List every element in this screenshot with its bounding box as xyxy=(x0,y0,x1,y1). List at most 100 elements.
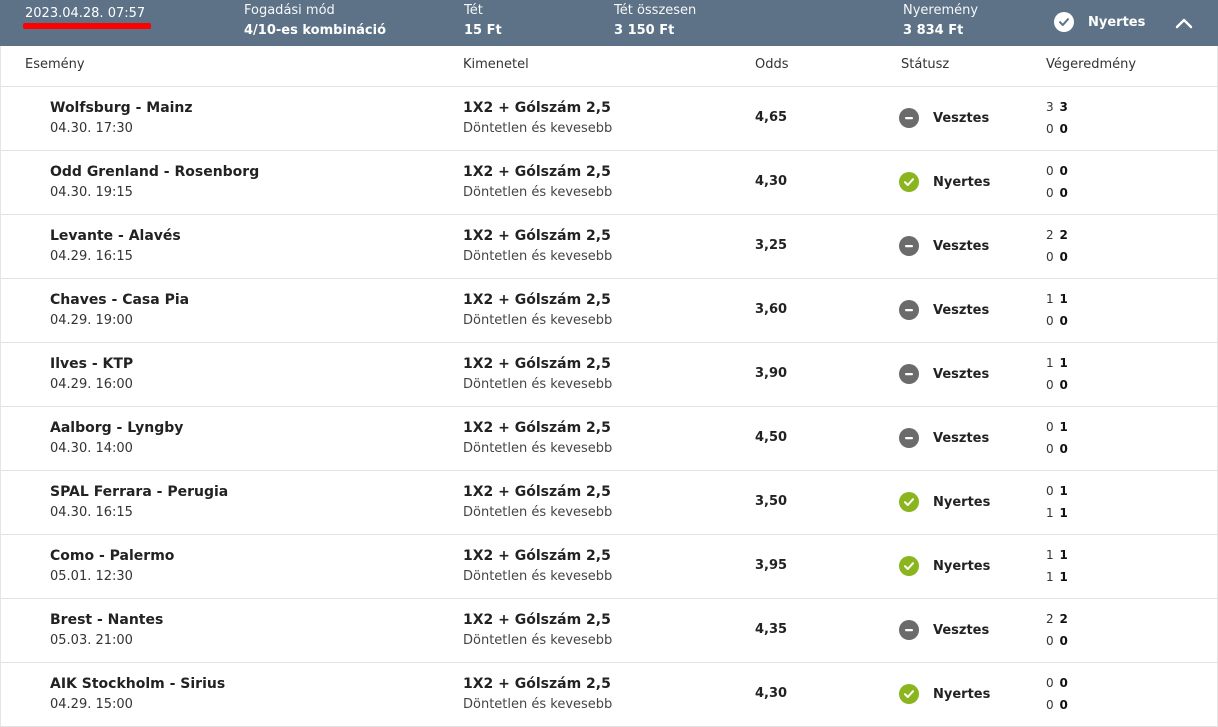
score-value-bold: 1 xyxy=(1059,570,1068,584)
bet-type-value: 4/10-es kombináció xyxy=(244,23,387,38)
market-name: 1X2 + Gólszám 2,5 xyxy=(463,100,611,116)
bet-table-body: Wolfsburg - Mainz 04.30. 17:30 1X2 + Gólsz… xyxy=(0,87,1218,727)
stake-value: 15 Ft xyxy=(464,23,502,38)
score-line-2: 0 0 xyxy=(1046,634,1068,648)
column-odds: Odds xyxy=(755,57,789,72)
total-stake-value: 3 150 Ft xyxy=(614,23,675,38)
score-line-2: 1 1 xyxy=(1046,506,1068,520)
status-label: Vesztes xyxy=(933,622,990,638)
score-line-1: 0 0 xyxy=(1046,164,1068,178)
status-label: Vesztes xyxy=(933,302,990,318)
market-name: 1X2 + Gólszám 2,5 xyxy=(463,612,611,628)
check-icon xyxy=(899,172,919,192)
event-name: Chaves - Casa Pia xyxy=(50,292,190,308)
score-line-1: 0 1 xyxy=(1046,420,1068,434)
selection-name: Döntetlen és kevesebb xyxy=(463,313,613,328)
check-icon xyxy=(899,684,919,704)
score-value-bold: 0 xyxy=(1059,314,1068,328)
selection-name: Döntetlen és kevesebb xyxy=(463,441,613,456)
score-value-bold: 0 xyxy=(1059,634,1068,648)
market-name: 1X2 + Gólszám 2,5 xyxy=(463,484,611,500)
odds-value: 4,30 xyxy=(755,686,788,701)
market-name: 1X2 + Gólszám 2,5 xyxy=(463,420,611,436)
event-date: 04.29. 16:00 xyxy=(50,377,133,392)
score-line-2: 0 0 xyxy=(1046,186,1068,200)
score-value-bold: 3 xyxy=(1059,100,1068,114)
selection-name: Döntetlen és kevesebb xyxy=(463,121,613,136)
score-value-bold: 0 xyxy=(1059,122,1068,136)
score-value: 2 xyxy=(1046,228,1054,242)
status-label: Nyertes xyxy=(933,686,991,702)
score-value: 0 xyxy=(1046,314,1054,328)
score-line-1: 1 1 xyxy=(1046,356,1068,370)
market-name: 1X2 + Gólszám 2,5 xyxy=(463,292,611,308)
total-stake-label: Tét összesen xyxy=(614,3,697,18)
score-value-bold: 1 xyxy=(1059,292,1068,306)
status-label: Vesztes xyxy=(933,366,990,382)
score-value: 0 xyxy=(1046,420,1054,434)
event-date: 04.29. 19:00 xyxy=(50,313,133,328)
minus-icon xyxy=(899,364,919,384)
odds-value: 3,90 xyxy=(755,366,788,381)
event-date: 04.30. 14:00 xyxy=(50,441,133,456)
winnings-label: Nyeremény xyxy=(903,3,979,18)
score-value: 2 xyxy=(1046,612,1054,626)
status: Nyertes xyxy=(899,172,990,192)
status-label: Vesztes xyxy=(933,430,990,446)
winnings: Nyeremény 3 834 Ft xyxy=(903,3,978,41)
event-name: AIK Stockholm - Sirius xyxy=(50,676,226,692)
score-value: 0 xyxy=(1046,122,1054,136)
event-name: Levante - Alavés xyxy=(50,228,181,244)
odds-value: 4,65 xyxy=(755,110,788,125)
collapse-chevron-up-icon[interactable] xyxy=(1174,15,1194,29)
event-name: Ilves - KTP xyxy=(50,356,134,372)
status: Vesztes xyxy=(899,300,989,320)
event-name: Brest - Nantes xyxy=(50,612,164,628)
column-result: Végeredmény xyxy=(1046,57,1137,72)
event-date: 04.29. 16:15 xyxy=(50,249,133,264)
ticket-status: Nyertes xyxy=(1054,12,1145,32)
score-line-1: 3 3 xyxy=(1046,100,1068,114)
score-value-bold: 2 xyxy=(1059,228,1068,242)
event-date: 04.30. 19:15 xyxy=(50,185,133,200)
selection-name: Döntetlen és kevesebb xyxy=(463,633,613,648)
score-value: 0 xyxy=(1046,484,1054,498)
status: Vesztes xyxy=(899,428,989,448)
score-value: 0 xyxy=(1046,186,1054,200)
score-line-2: 0 0 xyxy=(1046,314,1068,328)
table-row: AIK Stockholm - Sirius 04.29. 15:00 1X2 + … xyxy=(0,663,1218,727)
status: Vesztes xyxy=(899,108,989,128)
odds-value: 3,25 xyxy=(755,238,788,253)
odds-value: 4,50 xyxy=(755,430,788,445)
score-value: 1 xyxy=(1046,292,1054,306)
total-stake: Tét összesen 3 150 Ft xyxy=(614,3,696,41)
market-name: 1X2 + Gólszám 2,5 xyxy=(463,356,611,372)
event-name: Como - Palermo xyxy=(50,548,175,564)
stake: Tét 15 Ft xyxy=(464,3,502,41)
check-icon xyxy=(1054,12,1074,32)
bet-type: Fogadási mód 4/10-es kombináció xyxy=(244,3,386,41)
check-icon xyxy=(899,556,919,576)
table-row: Wolfsburg - Mainz 04.30. 17:30 1X2 + Gólsz… xyxy=(0,87,1218,151)
score-value: 1 xyxy=(1046,570,1054,584)
redaction-underline xyxy=(23,23,151,29)
ticket-date: 2023.04.28. 07:57 xyxy=(25,6,146,21)
score-line-2: 0 0 xyxy=(1046,698,1068,712)
odds-value: 3,95 xyxy=(755,558,788,573)
score-value: 1 xyxy=(1046,506,1054,520)
score-value-bold: 0 xyxy=(1059,186,1068,200)
status-label: Nyertes xyxy=(933,494,991,510)
selection-name: Döntetlen és kevesebb xyxy=(463,505,613,520)
score-line-1: 0 1 xyxy=(1046,484,1068,498)
stake-label: Tét xyxy=(464,3,483,18)
score-value: 0 xyxy=(1046,698,1054,712)
score-value: 0 xyxy=(1046,378,1054,392)
table-row: Ilves - KTP 04.29. 16:00 1X2 + Gólszám 2,5… xyxy=(0,343,1218,407)
market-name: 1X2 + Gólszám 2,5 xyxy=(463,228,611,244)
ticket-status-label: Nyertes xyxy=(1088,14,1146,30)
status-label: Vesztes xyxy=(933,238,990,254)
event-date: 05.03. 21:00 xyxy=(50,633,133,648)
selection-name: Döntetlen és kevesebb xyxy=(463,249,613,264)
score-value: 0 xyxy=(1046,442,1054,456)
score-line-1: 1 1 xyxy=(1046,292,1068,306)
